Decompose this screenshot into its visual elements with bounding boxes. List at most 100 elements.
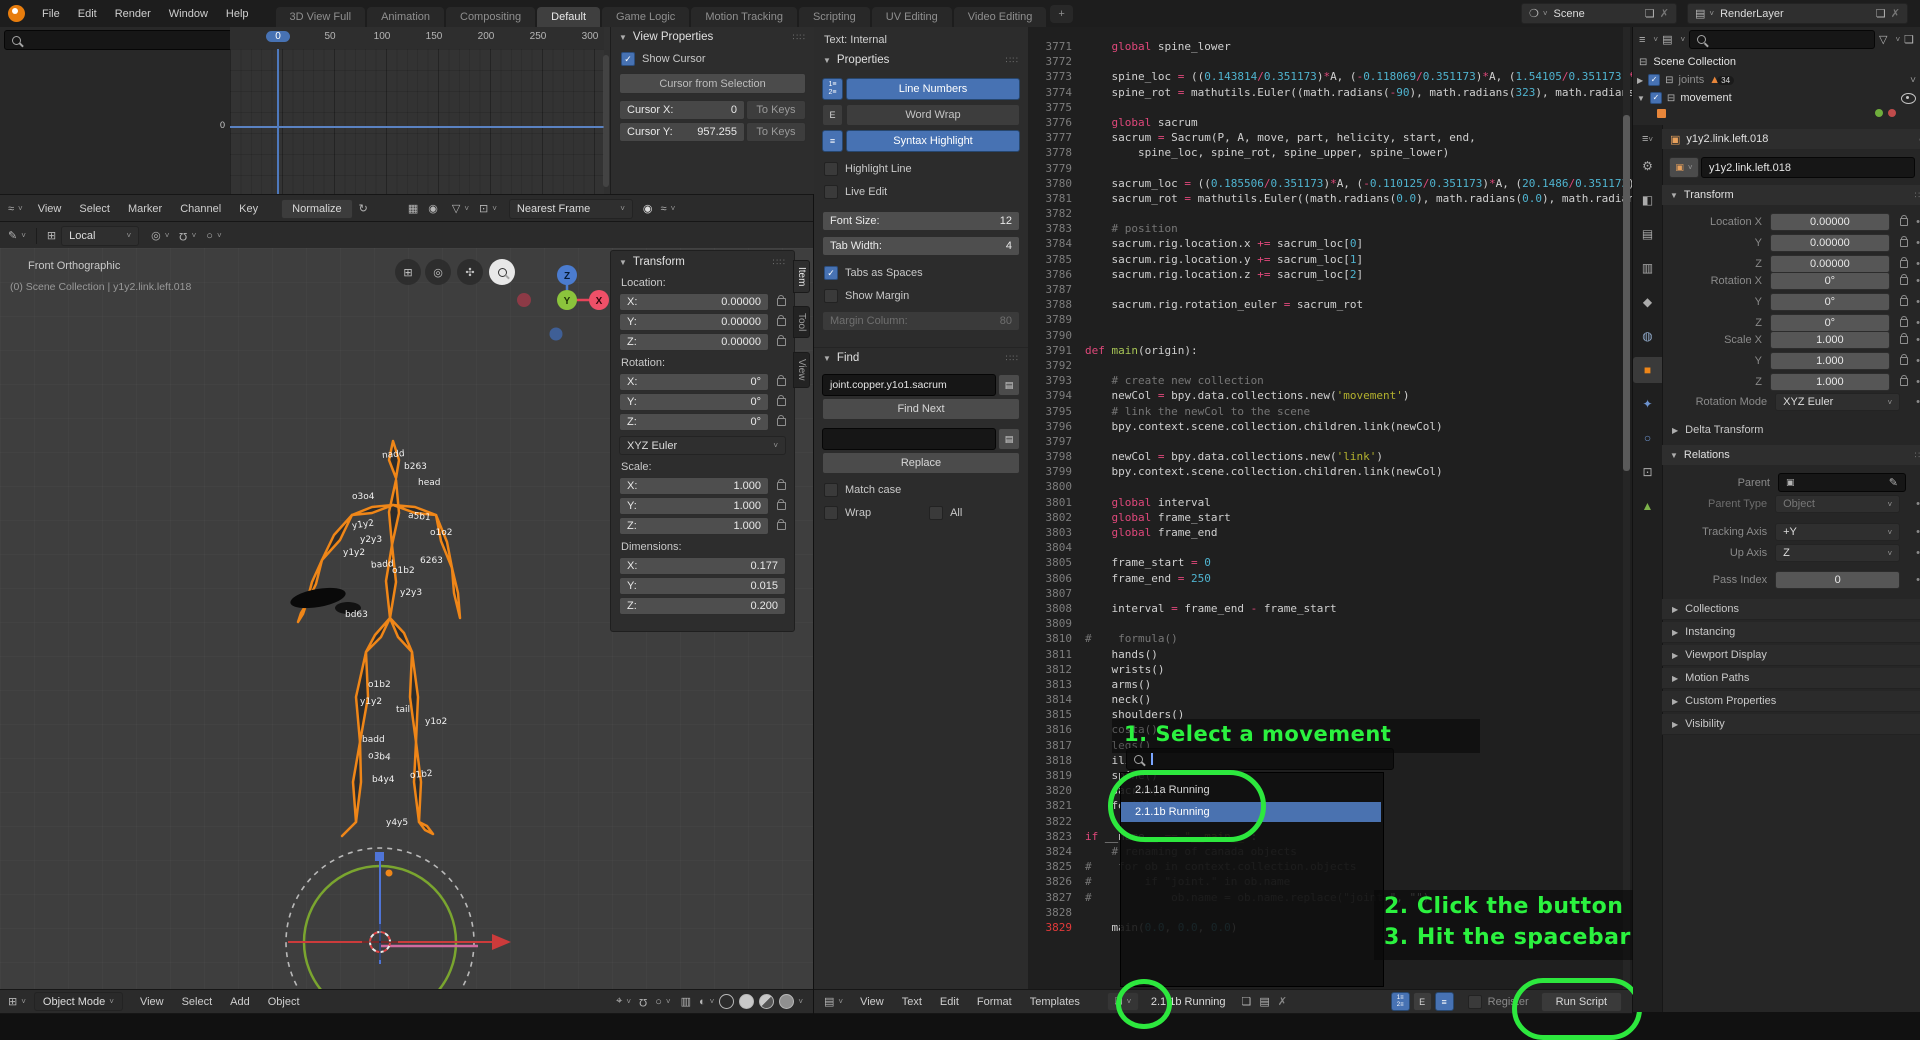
menu-view[interactable]: View (851, 996, 893, 1008)
value-slider[interactable]: 1.000 (1770, 331, 1890, 349)
code-scrollbar-thumb[interactable] (1623, 115, 1630, 471)
code-line[interactable]: 3799 bpy.context.scene.collection.childr… (1028, 464, 1632, 479)
xray-toggle-icon[interactable]: ▥ (681, 995, 691, 1008)
workspace-tab-video-editing[interactable]: Video Editing (954, 7, 1047, 27)
collapse-icon[interactable]: ▼ (1637, 94, 1645, 103)
workspace-tab-uv-editing[interactable]: UV Editing (872, 7, 952, 27)
code-line[interactable]: 3795 # link the newCol to the scene (1028, 404, 1632, 419)
code-line[interactable]: 3794 newCol = bpy.data.collections.new('… (1028, 388, 1632, 403)
code-line[interactable]: 3809 (1028, 616, 1632, 631)
lock-icon[interactable] (1900, 218, 1908, 226)
text-properties-header[interactable]: ▼Properties ∷∷ (814, 50, 1028, 70)
code-line[interactable]: 3798 newCol = bpy.data.collections.new('… (1028, 449, 1632, 464)
code-line[interactable]: 3814 neck() (1028, 692, 1632, 707)
code-line[interactable]: 3801 global interval (1028, 495, 1632, 510)
code-line[interactable]: 3797 (1028, 434, 1632, 449)
tab-object[interactable]: ■ (1633, 357, 1662, 383)
overlays-icon[interactable]: ◐ (699, 996, 706, 1008)
outliner-new-collection-icon[interactable]: ❏ (1904, 33, 1914, 46)
lock-icon[interactable] (777, 378, 786, 386)
panel-motion-paths[interactable]: ▶Motion Paths (1662, 668, 1920, 689)
menu-edit[interactable]: Edit (69, 8, 106, 20)
value-slider[interactable]: 0.00000 (1770, 255, 1890, 273)
open-text-icon[interactable]: ▤ (1259, 995, 1269, 1008)
find-panel-header[interactable]: ▼Find ∷∷ (814, 347, 1028, 368)
lock-icon[interactable] (777, 482, 786, 490)
find-next-button[interactable]: Find Next (822, 398, 1020, 420)
workspace-tab-3d-view-full[interactable]: 3D View Full (276, 7, 366, 27)
animate-dot[interactable]: • (1916, 355, 1920, 367)
menu-templates[interactable]: Templates (1021, 996, 1089, 1008)
outliner-row-partial[interactable] (1633, 107, 1920, 119)
value-slider[interactable]: 0.00000 (1770, 213, 1890, 231)
lock-icon[interactable] (777, 338, 786, 346)
outliner-search-input[interactable] (1689, 30, 1875, 49)
all-checkbox[interactable] (929, 506, 943, 520)
menu-file[interactable]: File (33, 8, 69, 20)
outliner-editor-type-button[interactable]: ≡ (1639, 34, 1645, 46)
syntax-highlight-toggle[interactable]: Syntax Highlight (846, 130, 1020, 152)
animate-dot[interactable]: • (1916, 317, 1920, 329)
tab-object-data[interactable]: ▲ (1633, 493, 1662, 519)
value-slider[interactable]: Y:0.015 (619, 577, 786, 595)
view-properties-header[interactable]: ▼View Properties ∷∷ (611, 27, 814, 47)
rotation-mode-dropdown[interactable]: XYZ Euler˅ (619, 436, 786, 455)
panel-visibility[interactable]: ▶Visibility (1662, 714, 1920, 735)
panel-grip-icon[interactable]: ∷∷ (793, 32, 806, 43)
outliner-row-scene-collection[interactable]: ⊟ Scene Collection (1633, 53, 1920, 71)
scene-selector[interactable]: ❍˅ Scene ❏✗ (1521, 3, 1677, 24)
close-layer-icon[interactable]: ✗ (1891, 7, 1900, 20)
render-layer-selector[interactable]: ▤˅ RenderLayer ❏✗ (1687, 3, 1908, 24)
graph-scrollbar[interactable] (603, 55, 609, 187)
snap-mode-dropdown[interactable]: Nearest Frame˅ (509, 199, 633, 219)
lock-icon[interactable] (1900, 357, 1908, 365)
tracking-axis-dropdown[interactable]: +Y˅ (1775, 523, 1900, 541)
pass-index-slider[interactable]: 0 (1775, 571, 1900, 589)
workspace-tab-animation[interactable]: Animation (367, 7, 444, 27)
relations-header[interactable]: ▼Relations ∷∷ (1662, 445, 1920, 465)
curve-falloff-icon[interactable]: ≈ (661, 203, 667, 215)
panel-collections[interactable]: ▶Collections (1662, 599, 1920, 620)
code-line[interactable]: 3789 (1028, 312, 1632, 327)
snap-magnet-icon[interactable]: Ω (639, 996, 647, 1008)
animate-dot[interactable]: • (1916, 258, 1920, 270)
value-slider[interactable]: 0° (1770, 314, 1890, 332)
shading-solid-icon[interactable] (739, 994, 754, 1009)
code-line[interactable]: 3812 wrists() (1028, 662, 1632, 677)
code-line[interactable]: 3773 spine_loc = ((0.143814/0.351173)*A,… (1028, 69, 1632, 84)
transform-panel-header[interactable]: ▼Transform ∷∷ (611, 251, 794, 273)
header-line-numbers-icon[interactable]: 1≡2≡ (1391, 992, 1410, 1011)
menu-view[interactable]: View (29, 203, 71, 215)
menu-window[interactable]: Window (160, 8, 217, 20)
lock-icon[interactable] (777, 398, 786, 406)
value-slider[interactable]: Z:0° (619, 413, 769, 431)
word-wrap-icon[interactable]: E (822, 104, 843, 126)
code-line[interactable]: 3785 sacrum.rig.location.y += sacrum_loc… (1028, 252, 1632, 267)
cursor-x-to-keys-button[interactable]: To Keys (746, 100, 806, 120)
highlight-line-checkbox[interactable] (824, 162, 838, 176)
tabs-as-spaces-checkbox[interactable]: ✓ (824, 266, 838, 280)
code-line[interactable]: 3791def main(origin): (1028, 343, 1632, 358)
workspace-tab-game-logic[interactable]: Game Logic (602, 7, 689, 27)
rotation-mode-dropdown[interactable]: XYZ Euler˅ (1775, 393, 1900, 411)
code-line[interactable]: 3779 (1028, 161, 1632, 176)
code-line[interactable]: 3792 (1028, 358, 1632, 373)
up-axis-dropdown[interactable]: Z˅ (1775, 544, 1900, 562)
panel-viewport-display[interactable]: ▶Viewport Display (1662, 645, 1920, 666)
font-size-slider[interactable]: Font Size:12 (822, 211, 1020, 231)
menu-select[interactable]: Select (70, 203, 119, 215)
wrap-checkbox[interactable] (824, 506, 838, 520)
ghost-curves-icon[interactable]: ▦ (408, 202, 418, 215)
joints-restrict-icon[interactable]: ˅ (1910, 75, 1916, 86)
add-workspace-tab[interactable]: + (1050, 5, 1072, 23)
movement-checkbox[interactable]: ✓ (1650, 92, 1662, 104)
object-browse-button[interactable]: ▣˅ (1669, 157, 1699, 178)
outliner-row-movement[interactable]: ▼ ✓ ⊟ movement (1633, 89, 1920, 107)
new-text-icon[interactable]: ❏ (1242, 995, 1252, 1008)
parent-type-dropdown[interactable]: Object˅ (1775, 495, 1900, 513)
code-line[interactable]: 3775 (1028, 100, 1632, 115)
live-edit-checkbox[interactable] (824, 185, 838, 199)
code-line[interactable]: 3787 (1028, 282, 1632, 297)
value-slider[interactable]: Y:0.00000 (619, 313, 769, 331)
menu-object[interactable]: Object (259, 996, 309, 1008)
